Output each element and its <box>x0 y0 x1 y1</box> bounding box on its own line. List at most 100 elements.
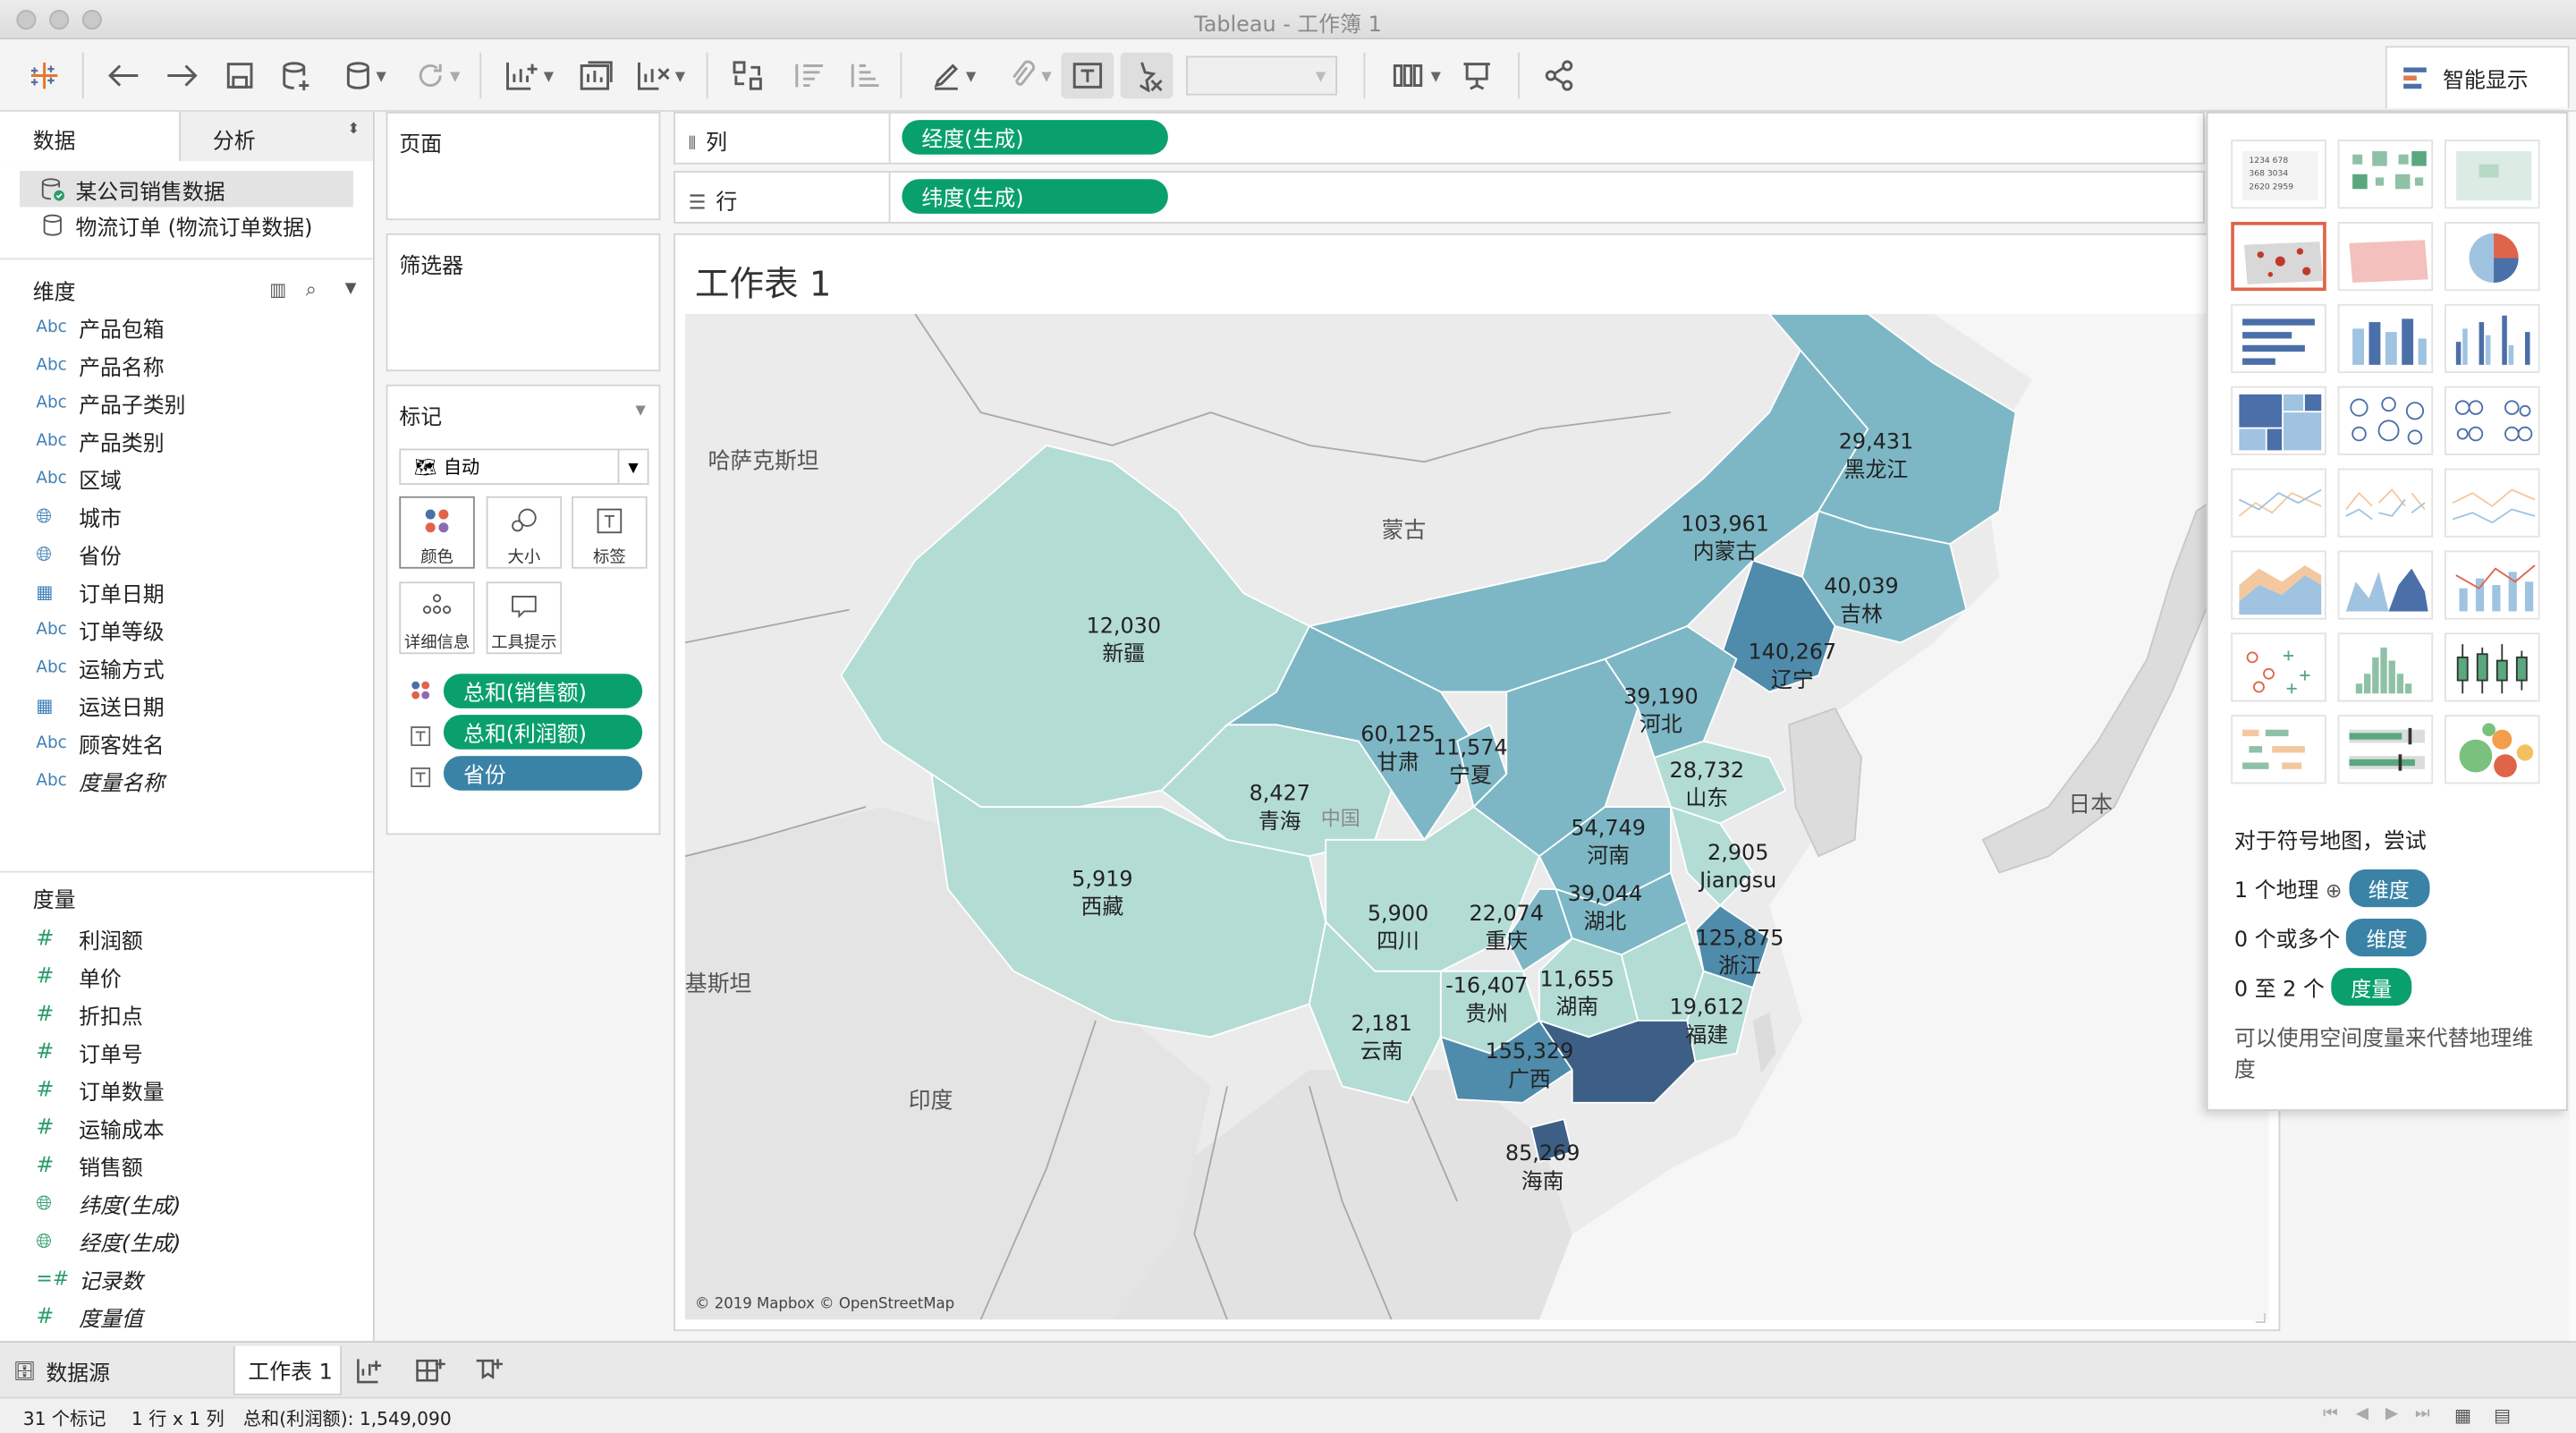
mark-type-dropdown[interactable]: 🗺 自动 ▼ <box>399 448 649 485</box>
province-mark-label[interactable]: 22,074 重庆 <box>1469 901 1544 956</box>
measure-field[interactable]: 🌐︎ 经度(生成) <box>0 1223 373 1260</box>
show-me-circle-views[interactable] <box>2337 386 2434 455</box>
show-me-horizontal-bars[interactable] <box>2231 303 2326 374</box>
detail-button[interactable]: 详细信息 <box>399 581 475 655</box>
dimension-field[interactable]: Abc 产品名称 <box>0 347 373 385</box>
new-story-icon[interactable] <box>473 1346 506 1395</box>
columns-pill-longitude[interactable]: 经度(生成) <box>902 120 1168 155</box>
filters-card[interactable]: 筛选器 <box>386 233 661 372</box>
show-me-dual-lines[interactable] <box>2445 468 2540 538</box>
province-mark-label[interactable]: 12,030 新疆 <box>1087 613 1162 668</box>
show-me-filled-map[interactable] <box>2337 222 2434 292</box>
dimension-field[interactable]: Abc 订单等级 <box>0 611 373 649</box>
dimension-field[interactable]: Abc 产品包箱 <box>0 309 373 346</box>
sheet-sorter-icon[interactable]: ▦ <box>2454 1405 2471 1427</box>
nav-next-icon[interactable]: ▶ <box>2385 1405 2398 1423</box>
show-me-side-by-side-bars[interactable] <box>2445 303 2540 374</box>
dimension-field[interactable]: ▦ 订单日期 <box>0 573 373 611</box>
province-mark-label[interactable]: 125,875 浙江 <box>1696 925 1784 980</box>
new-dashboard-icon[interactable] <box>414 1346 447 1395</box>
new-worksheet-icon[interactable] <box>355 1346 388 1395</box>
measure-field[interactable]: # 运输成本 <box>0 1109 373 1147</box>
show-me-area-continuous[interactable] <box>2231 550 2326 620</box>
province-mark-label[interactable]: 85,269 海南 <box>1505 1140 1580 1196</box>
dimension-field[interactable]: Abc 度量名称 <box>0 762 373 800</box>
show-me-stacked-bars[interactable] <box>2337 303 2434 374</box>
measure-field[interactable]: # 利润额 <box>0 920 373 958</box>
redo-icon[interactable] <box>161 55 204 95</box>
show-me-lines-continuous[interactable] <box>2231 468 2326 538</box>
dimension-field[interactable]: Abc 区域 <box>0 460 373 497</box>
dimension-field[interactable]: Abc 运输方式 <box>0 649 373 687</box>
show-me-lines-discrete[interactable] <box>2337 468 2434 538</box>
save-icon[interactable] <box>220 55 259 95</box>
marks-pill-province[interactable]: 省份 <box>443 756 643 791</box>
duplicate-sheet-icon[interactable] <box>575 55 618 95</box>
new-datasource-icon[interactable] <box>276 55 316 95</box>
sort-ascending-icon[interactable] <box>785 55 828 95</box>
new-sheet-icon[interactable]: ▼ <box>496 55 562 95</box>
datasource-tab[interactable]: 🗄 数据源 <box>13 1346 110 1395</box>
province-mark-label[interactable]: 5,900 四川 <box>1368 901 1428 956</box>
clear-sheet-icon[interactable]: ▼ <box>628 55 693 95</box>
dimension-field[interactable]: ▦ 运送日期 <box>0 687 373 725</box>
province-mark-label[interactable]: 54,749 河南 <box>1571 815 1646 870</box>
province-mark-label[interactable]: 19,612 福建 <box>1670 995 1745 1050</box>
measure-field[interactable]: =# 记录数 <box>0 1260 373 1298</box>
rows-shelf[interactable]: ☰ 行 纬度(生成) <box>674 171 2205 224</box>
measure-field[interactable]: # 订单号 <box>0 1034 373 1072</box>
measure-field[interactable]: 🌐︎ 纬度(生成) <box>0 1185 373 1223</box>
province-mark-label[interactable]: 5,919 西藏 <box>1072 866 1132 921</box>
nav-prev-icon[interactable]: ◀ <box>2356 1405 2368 1423</box>
marks-pill-sales[interactable]: 总和(销售额) <box>443 674 643 708</box>
map-view[interactable]: 哈萨克斯坦 蒙古 日本 基斯坦 印度 中国 29,431 黑龙江 103,961 内蒙… <box>684 313 2269 1320</box>
resize-handle[interactable] <box>2255 1312 2266 1323</box>
fit-dropdown[interactable]: ▼ <box>1186 55 1338 96</box>
province-mark-label[interactable]: 11,574 宁夏 <box>1433 734 1508 790</box>
color-button[interactable]: 颜色 <box>399 496 475 569</box>
dimension-field[interactable]: Abc 产品类别 <box>0 422 373 460</box>
show-me-packed-bubbles[interactable] <box>2445 715 2540 784</box>
fix-axes-icon[interactable] <box>1120 52 1174 99</box>
show-me-histogram[interactable] <box>2337 632 2434 702</box>
view-list-icon[interactable]: ▥ <box>269 278 286 300</box>
refresh-icon[interactable]: ▼ <box>404 55 470 95</box>
province-mark-label[interactable]: 29,431 黑龙江 <box>1839 429 1914 485</box>
tooltip-button[interactable]: 工具提示 <box>486 581 563 655</box>
measure-field[interactable]: # 折扣点 <box>0 996 373 1033</box>
sort-descending-icon[interactable] <box>841 55 884 95</box>
search-icon[interactable]: ⌕ <box>306 277 317 302</box>
undo-icon[interactable] <box>102 55 145 95</box>
tab-menu-icon[interactable]: ⬍ <box>347 122 360 138</box>
rows-pill-latitude[interactable]: 纬度(生成) <box>902 179 1168 214</box>
show-me-scatter-plot[interactable] <box>2231 632 2326 702</box>
measure-field[interactable]: # 度量值 <box>0 1298 373 1335</box>
nav-first-icon[interactable]: ⏮ <box>2323 1405 2338 1423</box>
group-members-icon[interactable]: ▼ <box>996 55 1061 95</box>
menu-dropdown-icon[interactable]: ▼ <box>345 281 357 297</box>
marks-pill-profit[interactable]: 总和(利润额) <box>443 715 643 750</box>
show-me-highlight-table[interactable] <box>2445 140 2540 209</box>
show-me-tab[interactable]: 智能显示 <box>2385 46 2570 109</box>
datasource-item[interactable]: 物流订单 (物流订单数据) <box>0 207 373 242</box>
filmstrip-icon[interactable]: ▤ <box>2494 1405 2511 1427</box>
highlight-icon[interactable]: ▼ <box>920 55 986 95</box>
show-me-dual-combination[interactable] <box>2445 550 2540 620</box>
measure-field[interactable]: # 单价 <box>0 958 373 996</box>
label-button[interactable]: 标签 <box>572 496 648 569</box>
dimension-field[interactable]: Abc 产品子类别 <box>0 385 373 422</box>
nav-last-icon[interactable]: ⏭ <box>2415 1405 2430 1423</box>
dimension-field[interactable]: 🌐︎ 省份 <box>0 536 373 573</box>
show-mark-labels-icon[interactable] <box>1061 52 1114 99</box>
province-mark-label[interactable]: 11,655 湖南 <box>1539 966 1614 1022</box>
size-button[interactable]: 大小 <box>486 496 563 569</box>
show-me-symbol-map[interactable] <box>2231 222 2326 292</box>
show-me-treemap[interactable] <box>2231 386 2326 455</box>
show-me-gantt-chart[interactable] <box>2231 715 2326 784</box>
show-me-box-whisker[interactable] <box>2445 632 2540 702</box>
province-mark-label[interactable]: 140,267 辽宁 <box>1748 640 1836 695</box>
province-mark-label[interactable]: -16,407 贵州 <box>1445 973 1528 1029</box>
province-mark-label[interactable]: 28,732 山东 <box>1670 758 1745 813</box>
province-mark-label[interactable]: 39,190 河北 <box>1623 683 1699 739</box>
tab-data[interactable]: 数据 <box>0 111 181 162</box>
